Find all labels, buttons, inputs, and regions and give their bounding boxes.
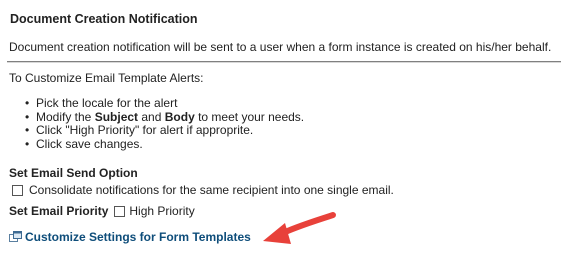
instructions-list: • Pick the locale for the alert • Modify… xyxy=(25,96,305,152)
bullet-icon: • xyxy=(25,123,30,137)
priority-option: Set Email Priority High Priority xyxy=(9,204,195,218)
consolidate-checkbox[interactable] xyxy=(12,184,23,196)
list-item-text: Click save changes. xyxy=(36,136,143,151)
new-window-icon xyxy=(9,231,22,242)
high-priority-label: High Priority xyxy=(129,204,195,218)
bullet-icon: • xyxy=(25,109,30,124)
divider xyxy=(7,61,561,63)
instructions-intro: To Customize Email Template Alerts: xyxy=(9,71,204,85)
consolidate-option: Consolidate notifications for the same r… xyxy=(12,183,394,197)
list-item-emphasis-subject: Subject xyxy=(94,109,139,124)
list-item: • Modify the Subject and Body to meet yo… xyxy=(25,109,305,125)
annotation-arrow-icon xyxy=(263,212,336,244)
list-item: • Pick the locale for the alert xyxy=(25,96,304,111)
list-item-text: Modify the xyxy=(36,109,95,124)
section-title: Document Creation Notification xyxy=(10,12,198,26)
section-description: Document creation notification will be s… xyxy=(9,40,552,54)
bullet-icon: • xyxy=(25,136,30,151)
bullet-icon: • xyxy=(25,96,30,110)
consolidate-label: Consolidate notifications for the same r… xyxy=(29,183,394,197)
list-item-emphasis-body: Body xyxy=(164,109,195,124)
list-item-text: to meet your needs. xyxy=(194,109,305,124)
list-item-text: and xyxy=(138,109,165,124)
send-option-title: Set Email Send Option xyxy=(9,166,138,180)
list-item-text: Click "High Priority" for alert if appro… xyxy=(36,123,254,137)
list-item: • Click "High Priority" for alert if app… xyxy=(25,123,304,138)
priority-title: Set Email Priority xyxy=(9,204,109,218)
customize-form-templates-link[interactable]: Customize Settings for Form Templates xyxy=(9,230,251,244)
list-item-text: Pick the locale for the alert xyxy=(36,96,178,110)
notification-settings-panel: Document Creation Notification Document … xyxy=(0,0,567,279)
link-label[interactable]: Customize Settings for Form Templates xyxy=(25,230,251,244)
list-item: • Click save changes. xyxy=(25,136,304,152)
high-priority-checkbox[interactable] xyxy=(114,205,126,217)
